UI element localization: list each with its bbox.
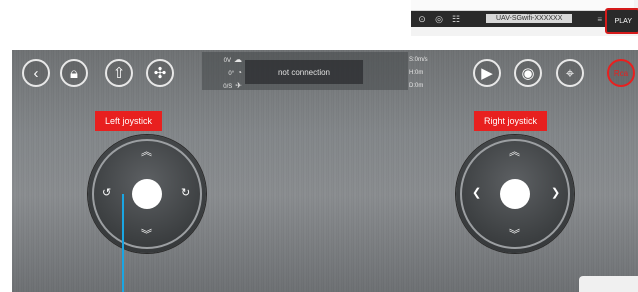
status-right: S:0m/s H:0m D:0m (409, 54, 449, 93)
gps-button[interactable]: ⌖ (556, 59, 584, 87)
record-label: Rca (613, 68, 629, 78)
distance-readout: D:0m (409, 83, 424, 89)
down-arrow-icon: ︾ (141, 229, 152, 241)
battery-icon: ☁ (234, 55, 242, 64)
speed-readout: S:0m/s (409, 57, 428, 63)
record-button[interactable]: Rca (607, 59, 635, 87)
camera-button[interactable]: ◉ (514, 59, 542, 87)
angle-value: 0° (228, 71, 235, 77)
left-joystick[interactable]: ︽ ︾ ↺ ↻ (88, 135, 206, 253)
lines-icon: ≡ (597, 15, 602, 24)
status-box: 0V ☁ 0° ◔ 0/S ✈ not connection (202, 52, 408, 90)
right-joystick-knob[interactable] (500, 179, 530, 209)
voltage-value: 0V (223, 58, 231, 64)
takeoff-icon: ⇧ (112, 65, 126, 82)
takeoff-button[interactable]: ⇧ (105, 59, 133, 87)
compass-icon: ◔ (237, 68, 242, 77)
drone-button[interactable]: ✣ (146, 59, 174, 87)
back-button[interactable]: ‹ (22, 59, 50, 87)
annotation-pointer (122, 194, 124, 292)
inset-bottom-bar: ⊙ ◎ ☷ UAV-SGwifi-XXXXXX ≡ PLAY (411, 8, 638, 34)
wifi-ssid-label: UAV-SGwifi-XXXXXX (486, 14, 573, 23)
right-joystick[interactable]: ︽ ︾ ❮ ❯ (456, 135, 574, 253)
rotate-left-icon: ↺ (102, 187, 112, 199)
settings-icon[interactable]: ◎ (433, 13, 445, 25)
left-joystick-knob[interactable] (132, 179, 162, 209)
inset-header (411, 0, 634, 11)
lock-button[interactable]: 🔒︎ (60, 59, 88, 87)
connection-status: not connection (245, 60, 363, 84)
menu-icon[interactable]: ☷ (450, 13, 462, 25)
up-arrow-icon: ︽ (509, 146, 520, 158)
lock-icon: 🔒︎ (70, 64, 78, 82)
down-arrow-icon: ︾ (509, 229, 520, 241)
camera-icon: ◉ (521, 65, 535, 82)
phone-inset: ⊙ ◎ ☷ UAV-SGwifi-XXXXXX ≡ PLAY (411, 0, 638, 36)
height-readout: H:0m (409, 70, 424, 76)
left-joystick-label: Left joystick (95, 111, 163, 131)
play-button[interactable]: PLAY (604, 8, 638, 34)
right-joystick-label: Right joystick (474, 111, 548, 131)
left-arrow-icon: ❮ (472, 187, 482, 199)
status-left: 0V ☁ 0° ◔ 0/S ✈ (202, 54, 242, 93)
vertical-speed-value: 0/S (223, 84, 233, 90)
info-icon[interactable]: ⊙ (416, 13, 428, 25)
rotate-right-icon: ↻ (181, 187, 191, 199)
control-panel: ‹ 🔒︎ ⇧ ✣ 0V ☁ 0° ◔ 0/S ✈ not connection S:0… (12, 50, 638, 292)
plane-icon: ✈ (235, 81, 242, 90)
right-arrow-icon: ❯ (551, 187, 561, 199)
video-button[interactable]: ▶ (473, 59, 501, 87)
drone-icon: ✣ (153, 65, 167, 82)
corner-overlay (579, 276, 638, 292)
up-arrow-icon: ︽ (141, 146, 152, 158)
back-icon: ‹ (33, 64, 39, 82)
video-icon: ▶ (481, 65, 493, 82)
gps-icon: ⌖ (565, 64, 575, 82)
